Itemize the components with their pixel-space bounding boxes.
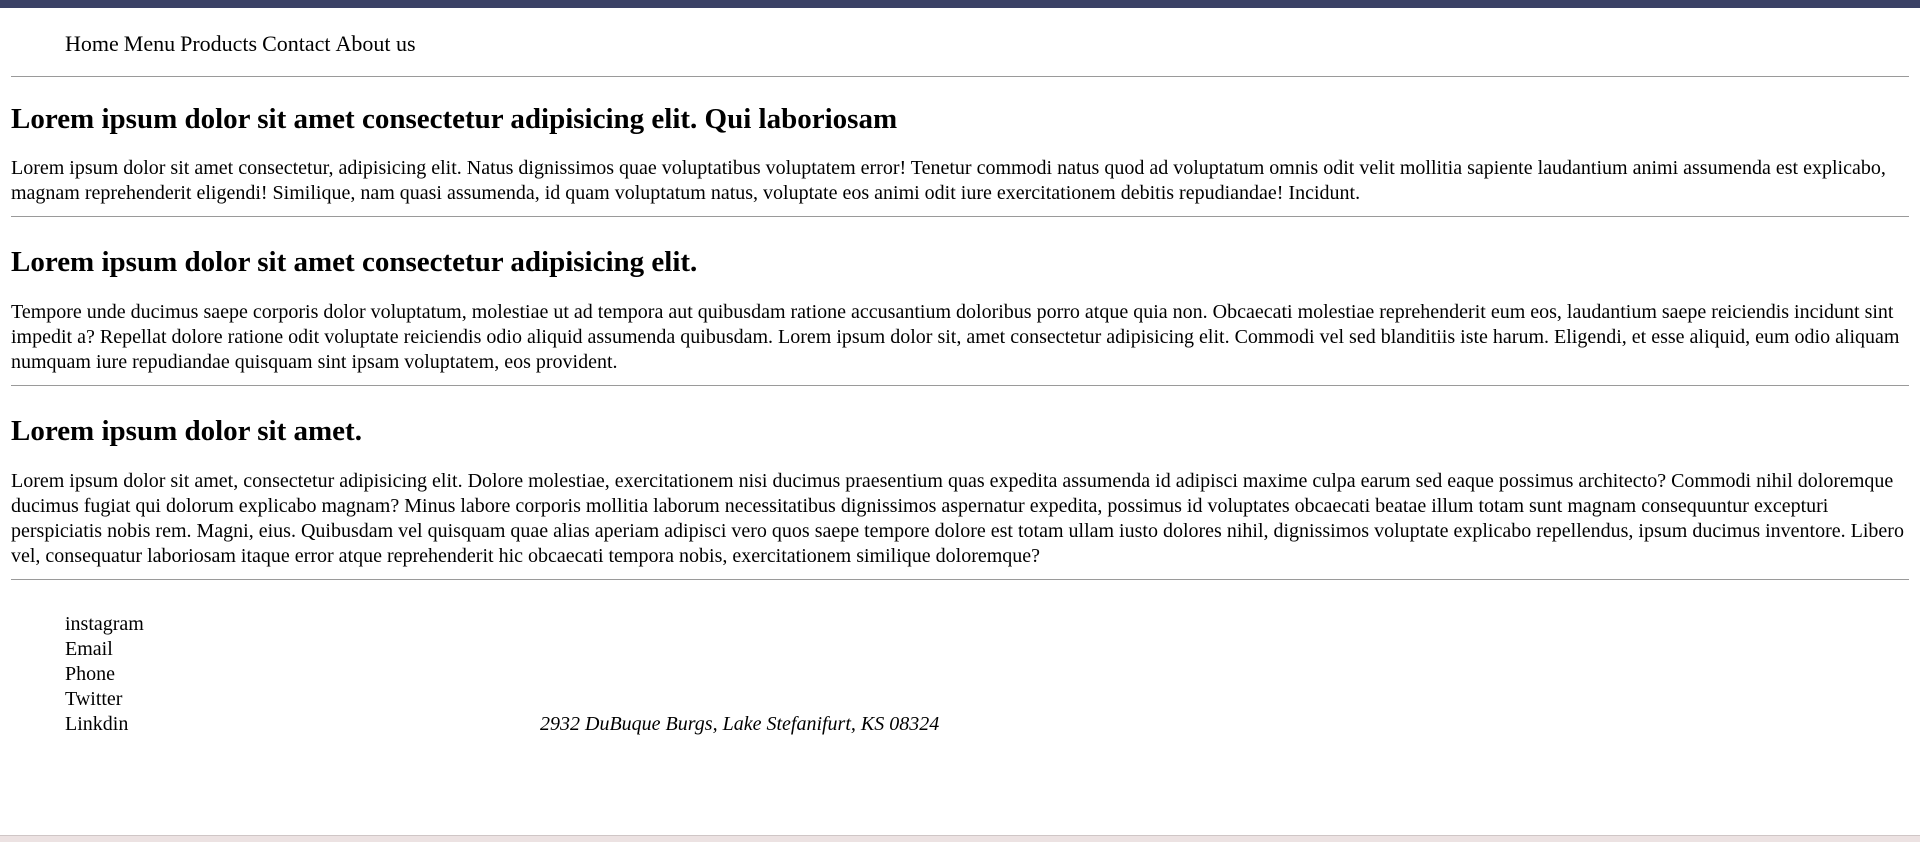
section-2-heading: Lorem ipsum dolor sit amet consectetur a… [11,246,698,278]
top-accent-bar [0,0,1920,8]
social-links: instagram Email Phone Twitter Linkdin [65,612,1909,737]
section-3-heading: Lorem ipsum dolor sit amet. [11,415,362,447]
article-section-2: Lorem ipsum dolor sit amet consectetur a… [11,217,1909,375]
nav-item-menu[interactable]: Menu [124,31,175,57]
footer-link-instagram[interactable]: instagram [65,612,1909,637]
section-1-heading: Lorem ipsum dolor sit amet consectetur a… [11,103,898,135]
article-section-3: Lorem ipsum dolor sit amet. Lorem ipsum … [11,386,1909,569]
nav-item-products[interactable]: Products [180,31,257,57]
footer-link-email[interactable]: Email [65,637,1909,662]
page-content: Home Menu Products Contact About us Lore… [11,8,1909,737]
main-nav: Home Menu Products Contact About us [11,8,1909,57]
section-2-body: Tempore unde ducimus saepe corporis dolo… [11,301,1900,373]
nav-item-about-us[interactable]: About us [336,31,416,57]
footer-link-twitter[interactable]: Twitter [65,687,1909,712]
footer-link-phone[interactable]: Phone [65,662,1909,687]
page-footer: instagram Email Phone Twitter Linkdin 29… [11,580,1909,737]
footer-address: 2932 DuBuque Burgs, Lake Stefanifurt, KS… [540,713,940,735]
footer-link-linkdin[interactable]: Linkdin [65,712,1909,737]
section-1-body: Lorem ipsum dolor sit amet consectetur, … [11,157,1886,204]
section-3-body: Lorem ipsum dolor sit amet, consectetur … [11,470,1904,567]
nav-item-home[interactable]: Home [65,31,119,57]
nav-item-contact[interactable]: Contact [262,31,330,57]
article-section-1: Lorem ipsum dolor sit amet consectetur a… [11,77,1909,206]
